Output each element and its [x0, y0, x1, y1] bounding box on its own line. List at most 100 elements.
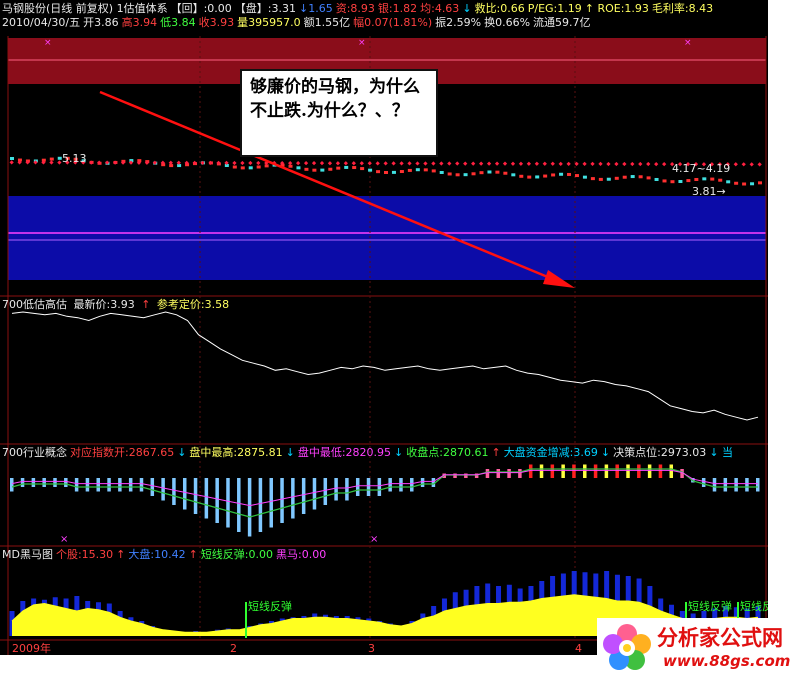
panel2-header: 700低估高估 最新价:3.93 ↑ 参考定价:3.58 — [2, 298, 232, 311]
industry-bar — [701, 478, 706, 487]
candle-mark — [399, 170, 404, 174]
resistance-dot — [502, 161, 508, 166]
candle-mark — [423, 168, 428, 172]
resistance-dot — [630, 161, 635, 167]
resistance-dot — [232, 160, 237, 166]
industry-bar — [10, 478, 14, 492]
resistance-dot — [415, 161, 420, 166]
candle-mark — [415, 168, 420, 172]
industry-bar — [539, 464, 544, 478]
candle-mark — [551, 173, 556, 177]
resistance-dot — [319, 161, 325, 166]
flower-logo-icon — [603, 624, 651, 670]
candle-mark — [638, 175, 643, 179]
resistance-dot — [423, 161, 428, 166]
industry-bar — [550, 464, 555, 478]
xaxis-label-2: 3 — [368, 642, 375, 655]
candle-mark — [694, 177, 699, 181]
industry-bar — [388, 478, 392, 492]
resistance-dot — [351, 161, 356, 166]
candle-mark — [622, 175, 627, 179]
candle-mark — [710, 177, 715, 181]
resistance-dot — [654, 161, 659, 167]
site-logo: 分析家公式网 www.88gs.com — [597, 618, 799, 677]
panel4-header-item: 个股:15.30 — [55, 548, 114, 561]
candle-mark — [256, 165, 261, 169]
resistance-dot — [646, 161, 651, 167]
industry-bar — [366, 478, 371, 496]
industry-bar — [658, 464, 663, 478]
candle-mark — [384, 170, 388, 174]
candle-mark — [654, 177, 659, 181]
industry-bar — [583, 464, 587, 478]
panel3-header-item: 决策点位:2973.03 — [613, 446, 707, 459]
industry-bar — [280, 478, 284, 523]
candle-mark — [662, 179, 667, 183]
resistance-dot — [407, 161, 412, 166]
industry-bar — [723, 478, 728, 492]
resistance-dot — [49, 160, 54, 165]
resistance-dot — [662, 161, 667, 167]
resistance-dot — [463, 161, 468, 166]
industry-bar — [42, 478, 46, 487]
industry-bar — [464, 473, 468, 478]
candle-mark — [718, 178, 723, 182]
panel3-header-item: 700行业概念 — [2, 446, 67, 459]
resistance-dot — [383, 161, 388, 166]
industry-bar — [734, 478, 738, 492]
candle-mark — [240, 166, 245, 170]
industry-bar — [20, 478, 25, 487]
panel3-header-item: 大盘资金增减:3.69 — [503, 446, 598, 459]
candle-mark — [10, 157, 14, 160]
xaxis-label-3: 4 — [575, 642, 582, 655]
industry-bar — [312, 478, 317, 510]
resistance-dot — [518, 161, 524, 166]
support-band — [8, 196, 766, 280]
industry-bar — [64, 478, 68, 487]
candle-mark — [646, 176, 651, 180]
candle-mark — [407, 168, 412, 172]
resistance-dot — [343, 161, 348, 166]
panel3-header-item: 对应指数开:2867.65 — [70, 446, 175, 459]
candle-mark — [582, 175, 587, 179]
resistance-dot — [431, 161, 436, 166]
resistance-dot — [741, 162, 746, 167]
industry-bar — [615, 464, 619, 478]
resistance-dot — [534, 161, 539, 166]
industry-bar — [291, 478, 295, 519]
industry-bar — [53, 478, 57, 487]
industry-bar — [593, 464, 598, 478]
candle-mark — [495, 170, 500, 174]
panel3-header-item: 盘中最低:2820.95 — [297, 446, 392, 459]
svg-text:×: × — [684, 38, 692, 48]
candle-mark — [750, 182, 755, 186]
resistance-dot — [311, 161, 317, 166]
resistance-dot — [494, 161, 500, 166]
panel3-header-item: 盘中最高:2875.81 — [189, 446, 283, 459]
industry-bar — [712, 478, 717, 492]
resistance-dot — [479, 161, 484, 166]
industry-bar — [507, 469, 511, 478]
resistance-dot — [566, 161, 571, 166]
candle-mark — [726, 180, 731, 184]
candle-mark — [702, 177, 707, 181]
industry-bar — [85, 478, 90, 492]
industry-bar — [485, 469, 490, 478]
signal-label-2: 短线反弹 — [688, 600, 732, 613]
resistance-dot — [558, 161, 563, 166]
industry-bar — [572, 464, 576, 478]
candle-mark — [463, 173, 468, 177]
panel3-header: 700行业概念 对应指数开:2867.65 ↓ 盘中最高:2875.81 ↓ 盘中最低:2… — [2, 446, 736, 459]
candle-mark — [336, 166, 341, 170]
resistance-dot — [375, 161, 380, 166]
industry-bar — [258, 478, 263, 532]
candle-mark — [391, 170, 396, 174]
industry-bar — [637, 464, 641, 478]
industry-bars — [10, 464, 760, 537]
panel3-header-item: ↓ 当 — [709, 446, 734, 459]
xaxis-label-0: 2009年 — [12, 642, 51, 655]
industry-bar — [204, 478, 209, 519]
candle-mark — [487, 170, 492, 174]
price-label-left: 5.13 — [62, 152, 87, 165]
industry-bar — [172, 478, 176, 505]
